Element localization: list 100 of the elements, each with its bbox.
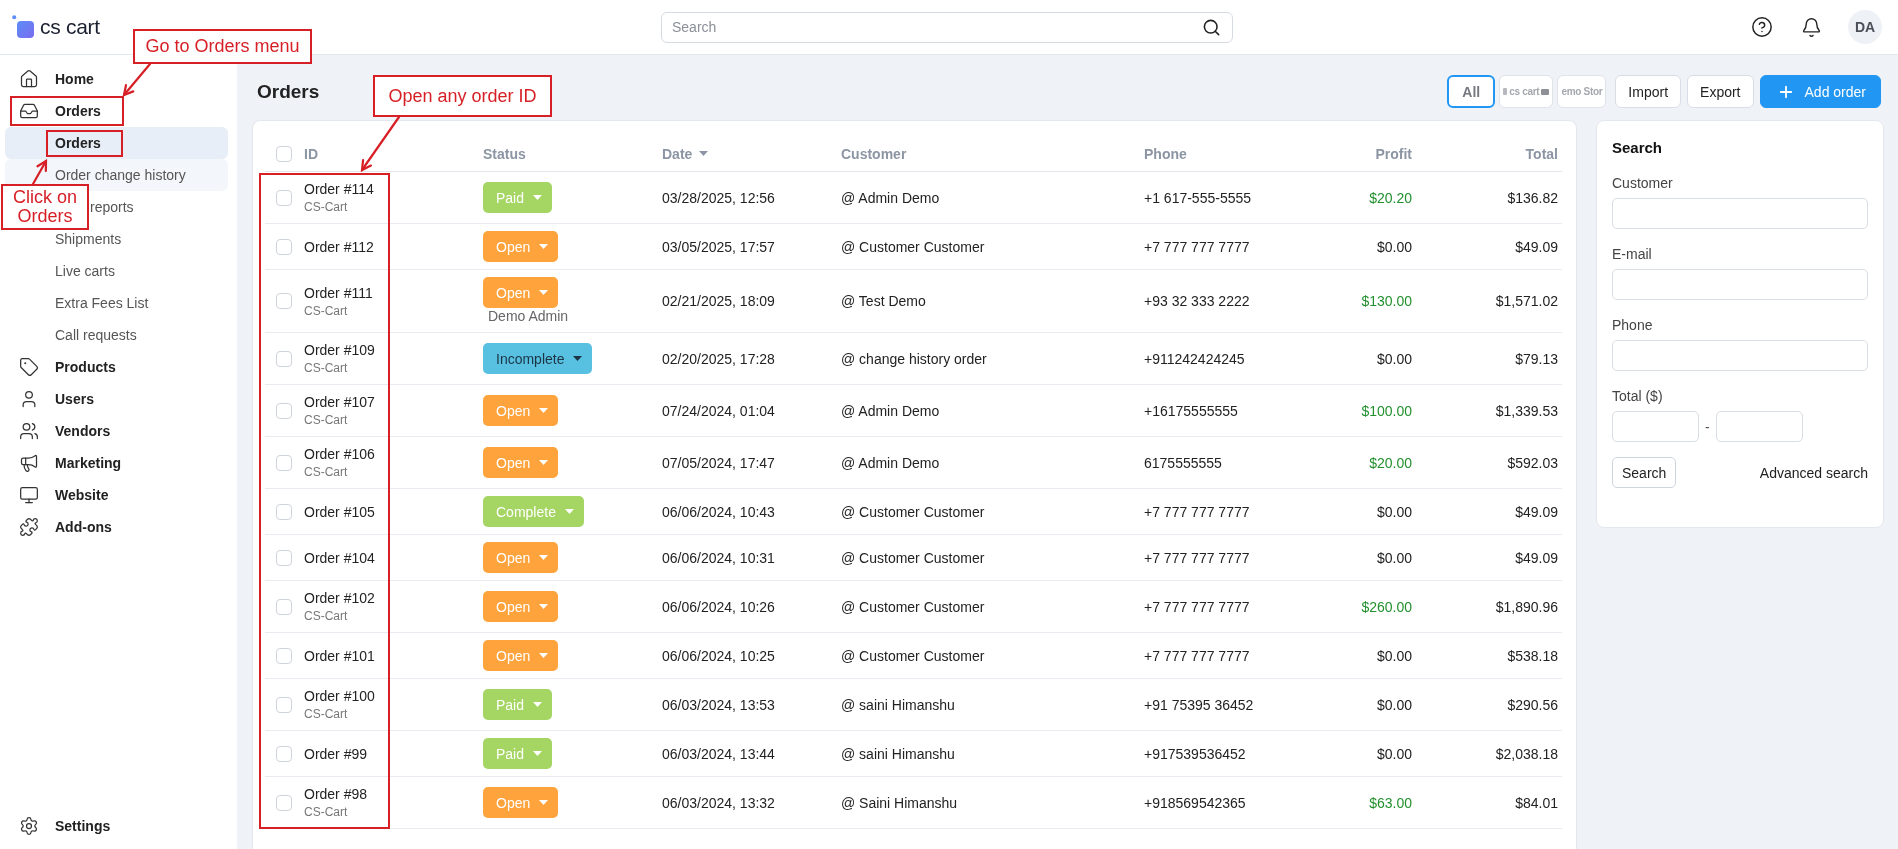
input-field[interactable] — [1612, 269, 1868, 300]
profit-amount: $260.00 — [1361, 597, 1412, 617]
order-id-link[interactable]: Order #106 — [304, 444, 375, 464]
order-id-link[interactable]: Order #105 — [304, 501, 375, 522]
caret-down-icon — [573, 356, 583, 361]
megaphone-icon — [19, 453, 39, 473]
user-avatar[interactable]: DA — [1848, 10, 1882, 44]
logo-icon — [12, 15, 36, 39]
phone-number: +7 777 777 7777 — [1144, 646, 1250, 666]
row-checkbox[interactable] — [276, 745, 292, 762]
row-checkbox[interactable] — [276, 696, 292, 713]
store-name: CS-Cart — [304, 199, 348, 216]
order-id-link[interactable]: Order #100 — [304, 686, 375, 706]
nav-subitem[interactable]: Orders — [5, 127, 228, 159]
nav-item[interactable]: Add-ons — [0, 511, 237, 543]
input-field[interactable] — [1612, 198, 1868, 229]
row-checkbox[interactable] — [276, 598, 292, 615]
order-id-link[interactable]: Order #102 — [304, 588, 375, 608]
order-id-link[interactable]: Order #104 — [304, 547, 375, 568]
nav-item[interactable]: Users — [0, 383, 237, 415]
search-button[interactable]: Search — [1612, 457, 1677, 488]
row-checkbox[interactable] — [276, 549, 292, 566]
caret-down-icon — [539, 555, 549, 560]
order-id-link[interactable]: Order #114 — [304, 179, 374, 199]
row-checkbox[interactable] — [276, 293, 292, 309]
nav-subitem[interactable]: Order change history — [5, 159, 228, 191]
phone-number: 6175555555 — [1144, 453, 1222, 473]
search-field[interactable]: Search — [661, 11, 1233, 43]
order-id-link[interactable]: Order #98 — [304, 784, 368, 804]
order-date: 03/05/2025, 17:57 — [662, 237, 775, 257]
order-id-link[interactable]: Order #109 — [304, 340, 375, 360]
logo-text: cs cart — [40, 15, 100, 39]
nav-item[interactable]: Products — [0, 351, 237, 383]
order-id-link[interactable]: Order #99 — [304, 743, 368, 764]
advanced-search-link[interactable]: Advanced search — [1759, 464, 1868, 481]
row-checkbox[interactable] — [276, 647, 292, 664]
order-date: 03/28/2025, 12:56 — [662, 188, 775, 208]
phone-number: +7 777 777 7777 — [1144, 237, 1250, 257]
profit-amount: $63.00 — [1369, 793, 1412, 813]
nav-subitem[interactable]: reports — [87, 191, 228, 223]
field-label: Total ($) — [1612, 387, 1664, 406]
phone-number: +7 777 777 7777 — [1144, 597, 1250, 617]
total-amount: $2,038.18 — [1495, 744, 1558, 764]
customer-name: @ Customer Customer — [841, 548, 985, 568]
nav-subitem[interactable]: Extra Fees List — [5, 287, 228, 319]
nav-item[interactable]: Website — [0, 479, 237, 511]
store-name: CS-Cart — [304, 608, 348, 625]
store-filter-button[interactable]: All — [1447, 75, 1496, 108]
nav-subitem[interactable]: Call requests — [5, 319, 228, 351]
order-date: 06/03/2024, 13:44 — [662, 744, 775, 764]
nav-item[interactable]: Orders — [0, 95, 237, 127]
nav-item[interactable]: Settings — [0, 810, 237, 842]
order-id-link[interactable]: Order #107 — [304, 392, 375, 412]
customer-name: @ saini Himanshu — [841, 744, 955, 764]
phone-number: +1 617-555-5555 — [1144, 188, 1252, 208]
caret-down-icon — [539, 653, 549, 658]
customer-name: @ Customer Customer — [841, 597, 985, 617]
home-icon — [19, 69, 39, 89]
action-button[interactable]: Import — [1615, 75, 1682, 108]
customer-name: @ Customer Customer — [841, 502, 985, 522]
annotation-arrow — [360, 115, 401, 172]
row-checkbox[interactable] — [276, 794, 292, 811]
store-name: CS-Cart — [304, 360, 348, 377]
bell-icon[interactable] — [1801, 16, 1822, 38]
row-checkbox[interactable] — [276, 454, 292, 471]
nav-item[interactable]: Marketing — [0, 447, 237, 479]
row-checkbox[interactable] — [276, 189, 292, 206]
input-field[interactable] — [1612, 340, 1868, 371]
order-id-link[interactable]: Order #112 — [304, 236, 374, 257]
row-checkbox[interactable] — [276, 238, 292, 255]
order-id-link[interactable]: Order #101 — [304, 645, 375, 666]
profit-amount: $130.00 — [1361, 292, 1412, 311]
help-icon[interactable] — [1751, 16, 1773, 38]
nav-item[interactable]: Home — [0, 63, 237, 95]
action-button[interactable]: Export — [1687, 75, 1754, 108]
store-name: CS-Cart — [304, 464, 348, 481]
nav-subitem[interactable]: Live carts — [5, 255, 228, 287]
input-field[interactable] — [1715, 411, 1803, 442]
row-checkbox[interactable] — [276, 503, 292, 520]
annotation-callout: Open any order ID — [373, 75, 552, 117]
status-dropdown[interactable]: Incomplete — [483, 343, 593, 374]
phone-number: +91 75395 36452 — [1144, 695, 1254, 715]
total-amount: $136.82 — [1507, 188, 1558, 208]
order-id-link[interactable]: Order #111 — [304, 282, 373, 303]
row-checkbox[interactable] — [276, 350, 292, 367]
row-checkbox[interactable] — [276, 402, 292, 419]
nav-item[interactable]: Vendors — [0, 415, 237, 447]
annotation-callout: Go to Orders menu — [133, 29, 312, 64]
field-label: Customer — [1612, 174, 1674, 193]
input-field[interactable] — [1612, 411, 1699, 442]
search-icon[interactable] — [1202, 17, 1221, 37]
total-amount: $49.09 — [1515, 548, 1558, 568]
customer-name: @ Test Demo — [841, 292, 926, 311]
store-name: CS-Cart — [304, 804, 348, 821]
total-amount: $1,339.53 — [1495, 401, 1558, 421]
select-all-checkbox[interactable] — [276, 145, 292, 162]
phone-number: +911242424245 — [1144, 349, 1245, 369]
page-title: Orders — [257, 80, 320, 103]
field-label: E-mail — [1612, 245, 1653, 264]
users-icon — [19, 421, 39, 441]
